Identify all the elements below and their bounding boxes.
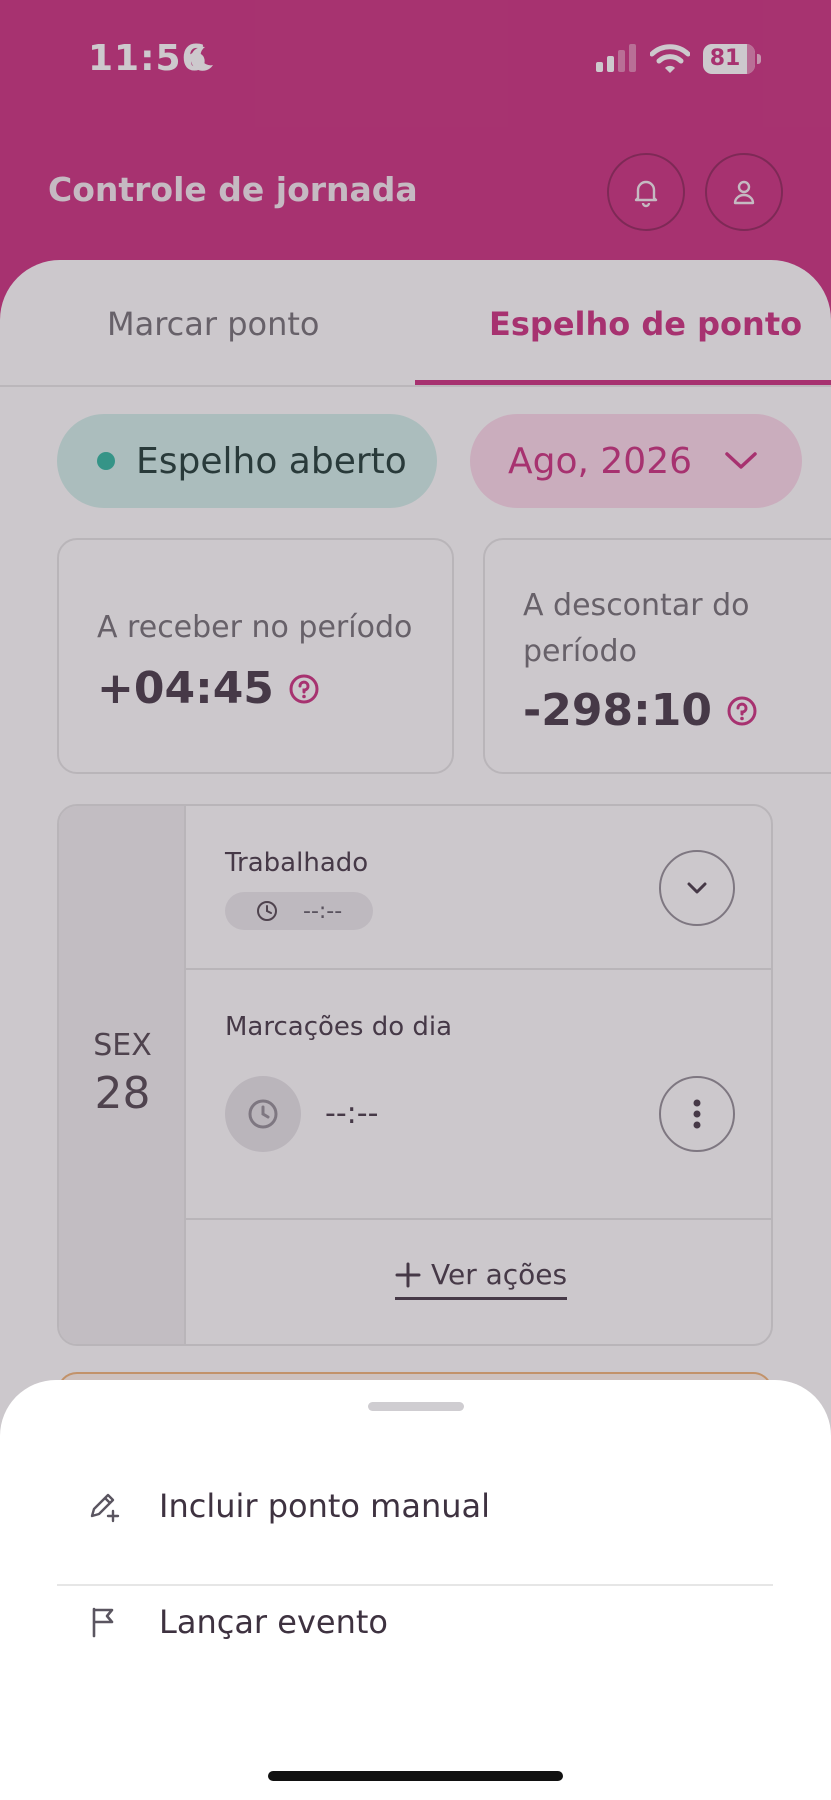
actions-bottom-sheet: Incluir ponto manual Lançar evento	[0, 1380, 831, 1800]
sheet-divider	[57, 1584, 773, 1586]
launch-event-label: Lançar evento	[159, 1603, 388, 1641]
include-manual-entry-label: Incluir ponto manual	[159, 1487, 491, 1525]
pencil-plus-icon	[90, 1493, 120, 1523]
home-indicator	[268, 1771, 563, 1781]
launch-event-option[interactable]: Lançar evento	[57, 1566, 773, 1678]
flag-icon	[92, 1607, 114, 1638]
sheet-grabber[interactable]	[368, 1402, 464, 1411]
include-manual-entry-option[interactable]: Incluir ponto manual	[57, 1450, 773, 1562]
